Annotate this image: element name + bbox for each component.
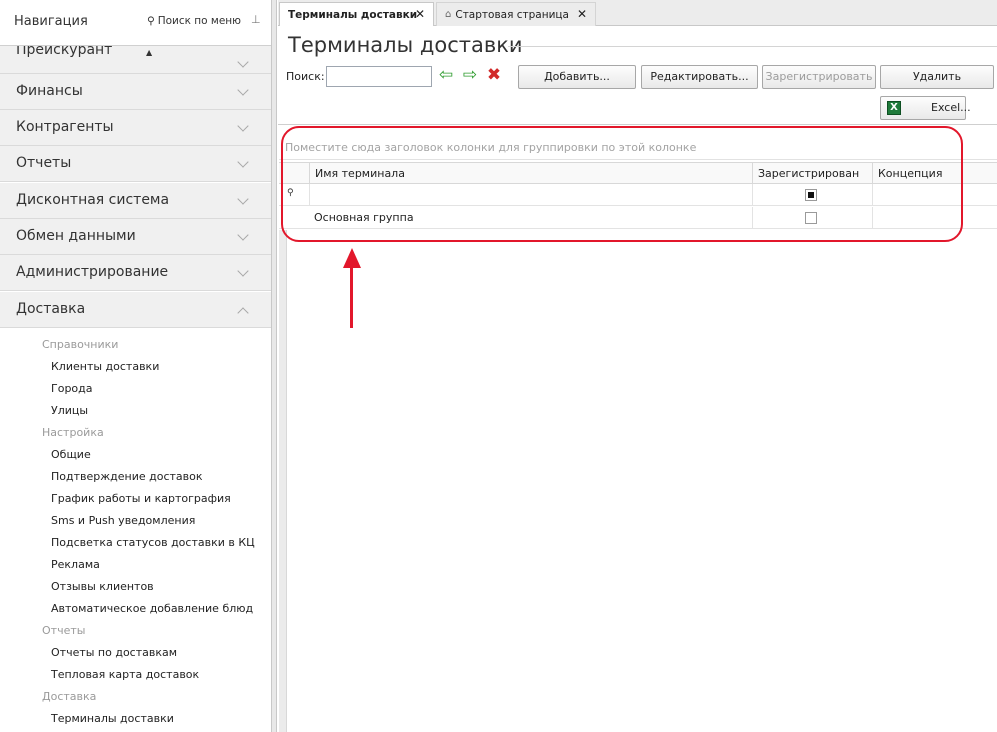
register-button[interactable]: Зарегистрировать [762,65,876,89]
sidebar-item-cities[interactable]: Города [0,378,271,400]
nav-header: Навигация ⚲ Поиск по меню ⊥ [0,0,271,46]
sidebar-section-label: Финансы [16,83,83,99]
chevron-down-icon [237,156,249,168]
edit-button[interactable]: Редактировать... [641,65,758,89]
registered-checkbox[interactable] [805,212,817,224]
sidebar-item-delivery-clients[interactable]: Клиенты доставки [0,356,271,378]
sidebar-item-client-reviews[interactable]: Отзывы клиентов [0,576,271,598]
arrow-right-icon[interactable]: ⇨ [460,66,480,86]
sidebar-item-delivery-terminals[interactable]: Терминалы доставки [0,708,271,730]
sidebar-section-administration[interactable]: Администрирование [0,255,271,291]
sidebar-section-data-exchange[interactable]: Обмен данными [0,219,271,255]
filter-row: ⚲ [279,184,997,206]
sidebar-group-settings: Настройка [42,426,104,439]
filter-icon: ⚲ [287,188,294,198]
delete-button[interactable]: Удалить [880,65,994,89]
chevron-down-icon [237,120,249,132]
tab-label: Терминалы доставки [288,8,418,21]
cell-terminal-name[interactable]: Основная группа [309,207,752,229]
sidebar-item-general[interactable]: Общие [0,444,271,466]
sidebar-item-sms-push[interactable]: Sms и Push уведомления [0,510,271,532]
sidebar-section-contractors[interactable]: Контрагенты [0,110,271,146]
excel-export-button[interactable]: X Excel... [880,96,971,120]
sidebar-group-reports: Отчеты [42,624,86,637]
tab-label: Стартовая страница [455,8,569,21]
column-header-registered[interactable]: Зарегистрирован [752,163,872,184]
sidebar-item-delivery-confirmation[interactable]: Подтверждение доставок [0,466,271,488]
sidebar-item-heatmap[interactable]: Тепловая карта доставок [0,664,271,686]
tab-start-page[interactable]: ⌂ Стартовая страница ✕ [436,2,596,26]
close-icon[interactable]: ✕ [577,7,587,21]
arrow-shaft [350,266,353,328]
excel-label: Excel... [931,101,971,114]
sidebar-splitter[interactable] [272,0,277,732]
chevron-down-icon [237,265,249,277]
sidebar-section-label: Доставка [16,301,86,317]
navigation-sidebar: Прейскурант ▲ Навигация ⚲ Поиск по меню … [0,0,272,732]
filter-cell-concept[interactable] [872,184,997,206]
arrow-up-icon [343,248,361,268]
chevron-down-icon [237,193,249,205]
search-input[interactable] [326,66,432,87]
sidebar-section-label: Обмен данными [16,228,136,244]
close-icon[interactable]: ✕ [415,7,425,21]
sidebar-section-label: Прейскурант [16,46,113,58]
search-icon: ⚲ [147,15,155,27]
toolbar-divider [278,124,997,125]
tab-delivery-terminals[interactable]: Терминалы доставки ✕ [279,2,434,26]
sidebar-section-label: Администрирование [16,264,169,280]
add-button[interactable]: Добавить... [518,65,636,89]
group-by-panel[interactable]: Поместите сюда заголовок колонки для гру… [279,136,997,160]
chevron-down-icon [237,84,249,96]
menu-search-label: Поиск по меню [157,15,242,27]
sidebar-section-price-list[interactable]: Прейскурант [0,46,271,74]
registered-filter-checkbox[interactable] [805,189,817,201]
sidebar-item-streets[interactable]: Улицы [0,400,271,422]
search-label: Поиск: [286,70,325,83]
sidebar-section-delivery[interactable]: Доставка [0,292,271,328]
filter-cell-terminal-name[interactable] [309,184,752,206]
sidebar-item-schedule-maps[interactable]: График работы и картография [0,488,271,510]
title-divider [508,46,997,47]
pin-icon[interactable]: ⊥ [251,13,261,26]
sidebar-section-reports[interactable]: Отчеты [0,146,271,182]
sidebar-item-advertising[interactable]: Реклама [0,554,271,576]
clear-icon[interactable]: ✖ [484,66,504,86]
home-icon: ⌂ [445,9,452,20]
tab-bar: Терминалы доставки ✕ ⌂ Стартовая страниц… [278,0,997,26]
chevron-down-icon [237,56,249,68]
arrow-left-icon[interactable]: ⇦ [436,66,456,86]
sidebar-item-auto-add-dishes[interactable]: Автоматическое добавление блюд [0,598,271,620]
column-header-terminal-name[interactable]: Имя терминала [309,163,752,184]
menu-search-button[interactable]: ⚲ Поиск по меню [147,15,241,27]
cell-concept[interactable] [872,207,997,229]
sidebar-item-status-highlight[interactable]: Подсветка статусов доставки в КЦ [0,532,271,554]
sidebar-section-label: Дисконтная система [16,192,170,208]
nav-title: Навигация [14,14,88,29]
sidebar-section-finance[interactable]: Финансы [0,74,271,110]
main-content: Терминалы доставки ✕ ⌂ Стартовая страниц… [278,0,997,732]
filter-cell-registered[interactable] [752,184,872,206]
scroll-up-icon[interactable]: ▲ [146,48,152,57]
column-header-concept[interactable]: Концепция [872,163,997,184]
sidebar-section-label: Отчеты [16,155,72,171]
sidebar-group-directories: Справочники [42,338,119,351]
page-title: Терминалы доставки [288,33,523,57]
sidebar-section-discount[interactable]: Дисконтная система [0,183,271,219]
grid-header: Имя терминала Зарегистрирован Концепция [279,162,997,184]
table-row[interactable]: Основная группа [279,207,997,229]
row-indicator-header [279,163,309,184]
sidebar-section-label: Контрагенты [16,119,114,135]
sidebar-item-delivery-reports[interactable]: Отчеты по доставкам [0,642,271,664]
excel-icon: X [887,101,901,115]
chevron-down-icon [237,229,249,241]
grid-indicator-column [279,230,287,732]
cell-registered[interactable] [752,207,872,229]
sidebar-group-delivery: Доставка [42,690,97,703]
chevron-up-icon [237,307,249,319]
